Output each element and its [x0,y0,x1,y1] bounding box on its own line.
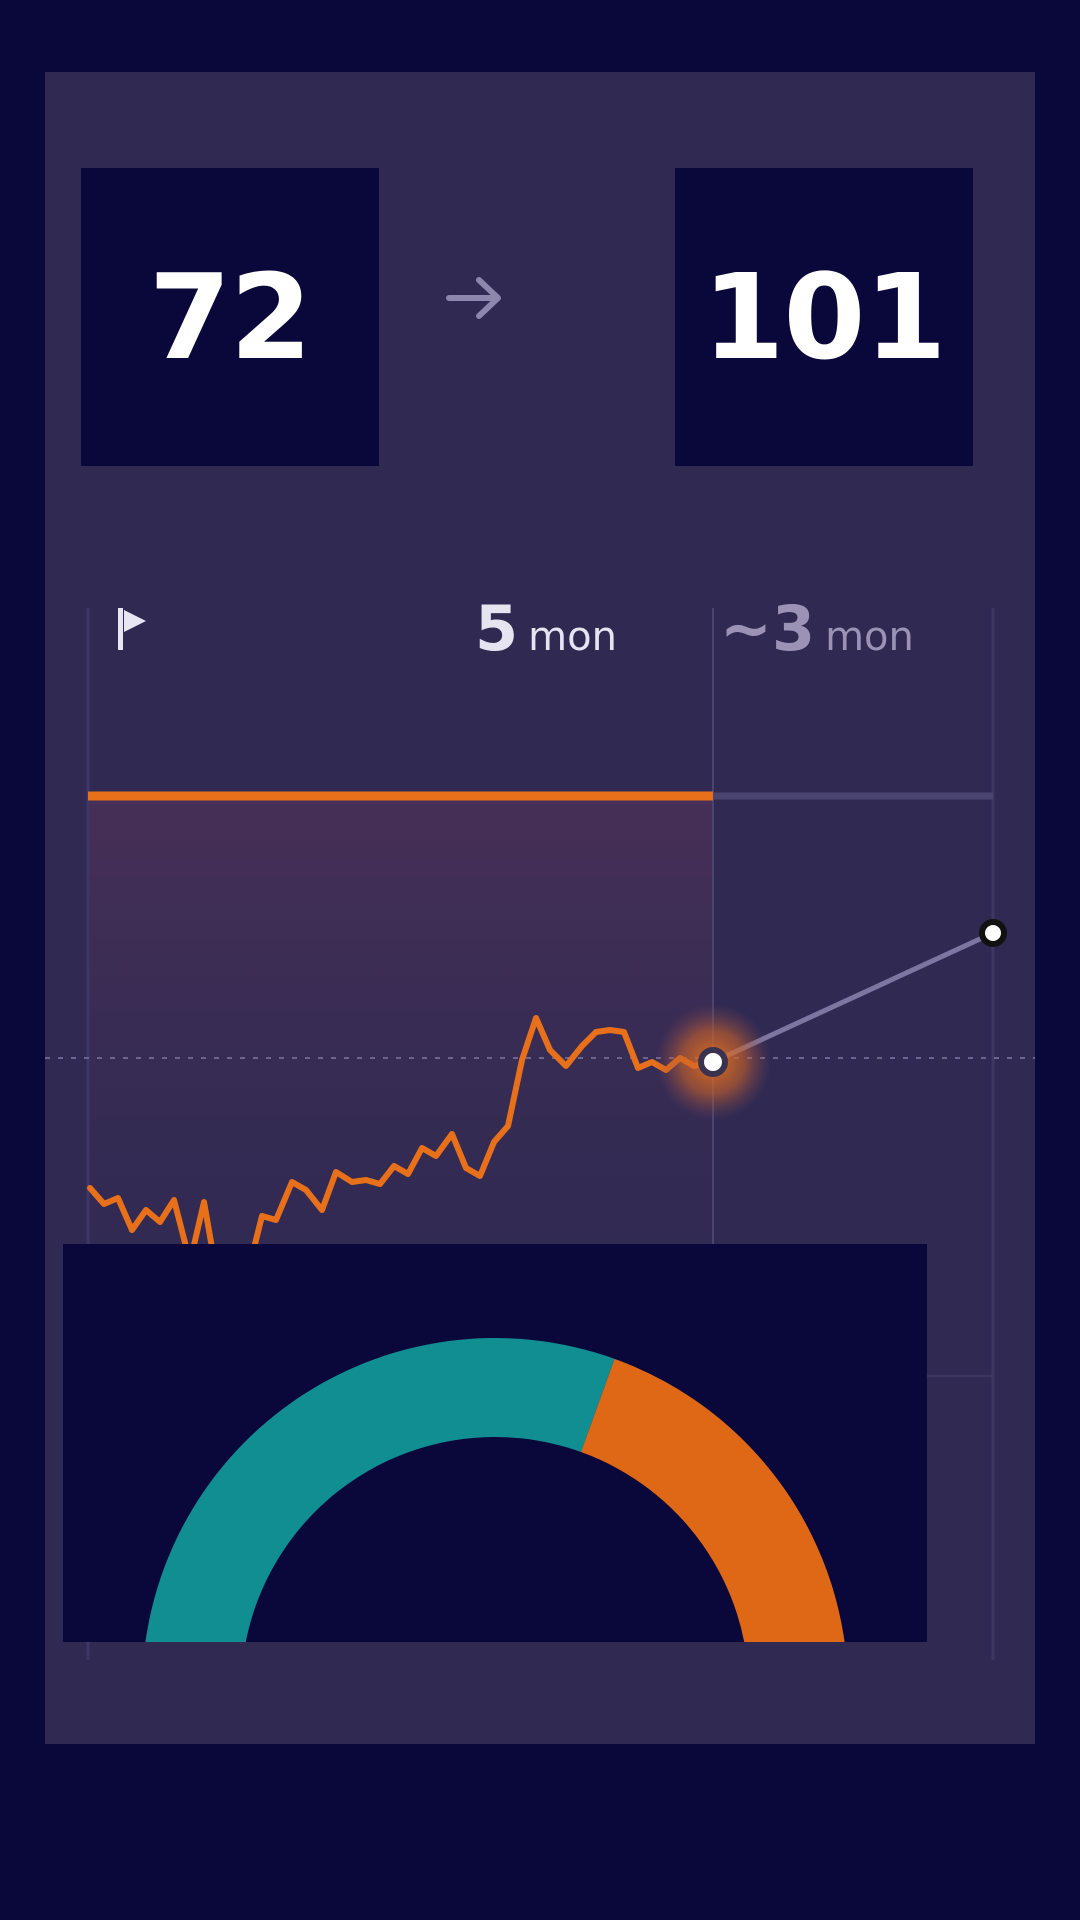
gauge-segment-teal [142,1338,615,1691]
remaining-value: ~3 [720,592,816,665]
flag-icon [118,608,146,650]
elapsed-value: 5 [475,592,519,665]
remaining-duration: ~3 mon [720,592,914,665]
remaining-unit: mon [825,614,914,660]
elapsed-duration: 5 mon [475,592,617,665]
gauge-segment-orange [581,1358,848,1691]
current-point [698,1047,728,1077]
gauge-panel [63,1244,927,1691]
elapsed-unit: mon [528,614,617,660]
target-point [979,919,1007,947]
gauge-chart [142,1338,848,1691]
